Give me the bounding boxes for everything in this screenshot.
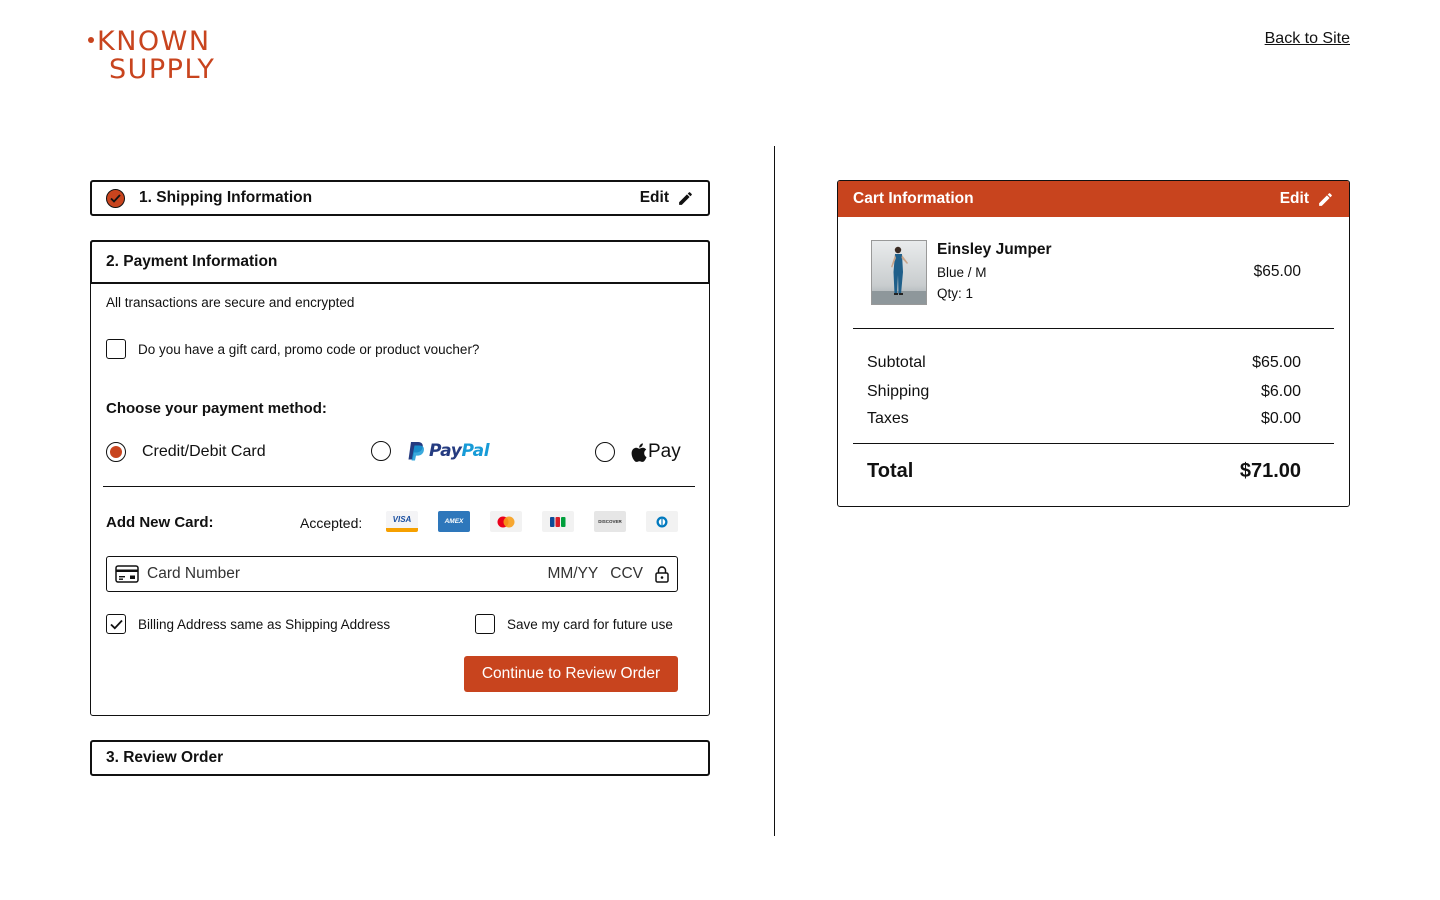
review-step-bar[interactable]: 3. Review Order [90,740,710,776]
subtotal-label: Subtotal [867,354,926,371]
shipping-edit-button[interactable]: Edit [640,189,694,207]
visa-icon: VISA [386,511,418,532]
billing-same-label: Billing Address same as Shipping Address [138,616,391,632]
cart-item-variant: Blue / M [937,265,987,280]
subtotal-value: $65.00 [1252,354,1301,371]
paypal-radio[interactable] [371,441,391,461]
amex-icon: AMEX [438,511,470,532]
cart-edit-button[interactable]: Edit [1280,190,1334,208]
total-value: $71.00 [1239,460,1301,482]
review-step-title: 3. Review Order [106,749,224,766]
payment-step-header: 2. Payment Information [90,240,710,284]
shipping-step-title: 1. Shipping Information [139,189,313,206]
logo-dot [88,36,94,43]
ccv-field[interactable]: CCV [610,565,643,583]
paypal-icon [408,442,424,461]
cart-item-name: Einsley Jumper [937,241,1052,258]
credit-card-label: Credit/Debit Card [142,443,266,460]
apple-icon [631,442,647,462]
pencil-icon [1319,192,1332,206]
completed-check-icon [106,188,125,208]
save-card-label: Save my card for future use [507,616,673,632]
gift-card-row[interactable]: Do you have a gift card, promo code or p… [106,339,479,359]
payment-divider [103,486,695,487]
gift-card-checkbox[interactable] [106,339,126,359]
cart-item-qty: Qty: 1 [937,286,974,301]
discover-icon: DISCOVER [594,511,626,532]
cart-item-price: $65.00 [1253,263,1301,280]
total-label: Total [867,460,914,482]
method-credit-card[interactable]: Credit/Debit Card [106,442,266,462]
column-divider [774,146,775,836]
credit-card-radio[interactable] [106,442,126,462]
visa-wordmark: VISA [392,515,412,524]
paypal-wordmark: PayPal [429,441,490,461]
payment-method-heading: Choose your payment method: [106,400,327,417]
billing-same-row[interactable]: Billing Address same as Shipping Address [106,614,390,634]
brand-logo[interactable]: KNOWN SUPPLY [88,28,215,84]
cart-header: Cart Information Edit [838,181,1349,217]
apple-pay-logo: Pay [631,441,681,463]
jcb-icon [542,511,574,532]
checkmark-icon [109,619,123,629]
secure-note: All transactions are secure and encrypte… [106,295,355,310]
method-apple-pay[interactable]: Pay [595,441,681,463]
cart-title: Cart Information [853,190,974,207]
shipping-value: $6.00 [1260,383,1301,400]
gift-card-label: Do you have a gift card, promo code or p… [138,341,480,357]
paypal-wordmark-pal: Pal [461,441,490,461]
method-paypal[interactable]: PayPal [371,441,490,461]
total-divider [853,443,1334,444]
diners-club-icon [646,511,678,532]
paypal-logo: PayPal [407,441,490,461]
shipping-label: Shipping [867,383,930,400]
continue-to-review-button[interactable]: Continue to Review Order [464,656,678,692]
card-number-input[interactable]: Card Number MM/YY CCV [106,556,678,592]
product-thumbnail [871,240,927,305]
mastercard-icon [490,511,522,532]
payment-panel: 2. Payment Information All transactions … [90,240,710,716]
cart-divider [853,328,1334,329]
taxes-label: Taxes [867,410,909,427]
payment-step-title: 2. Payment Information [106,253,278,270]
shipping-edit-label: Edit [639,189,669,206]
expiry-field[interactable]: MM/YY [547,565,598,583]
credit-card-icon [115,565,139,583]
logo-line-1: KNOWN [97,26,211,57]
discover-wordmark: DISCOVER [598,519,622,524]
taxes-value: $0.00 [1260,410,1301,427]
pencil-icon [679,191,692,205]
shipping-step-bar[interactable]: 1. Shipping Information Edit [90,180,710,216]
paypal-wordmark-pay: Pay [429,441,462,461]
cart-edit-label: Edit [1279,190,1309,207]
back-to-site-link[interactable]: Back to Site [1265,30,1350,48]
apple-pay-radio[interactable] [595,442,615,462]
amex-wordmark: AMEX [444,518,464,525]
cart-panel: Cart Information Edit Einsley Jumper Blu… [837,180,1350,507]
apple-pay-label: Pay [648,441,681,462]
save-card-row[interactable]: Save my card for future use [475,614,673,634]
add-card-heading: Add New Card: [106,514,214,531]
accepted-label: Accepted: [300,515,363,531]
lock-icon [655,566,669,583]
save-card-checkbox[interactable] [475,614,495,634]
billing-same-checkbox[interactable] [106,614,126,634]
accepted-cards: VISA AMEX DISCOVER [386,511,678,532]
card-number-placeholder: Card Number [147,565,241,582]
logo-line-2: SUPPLY [109,54,216,85]
